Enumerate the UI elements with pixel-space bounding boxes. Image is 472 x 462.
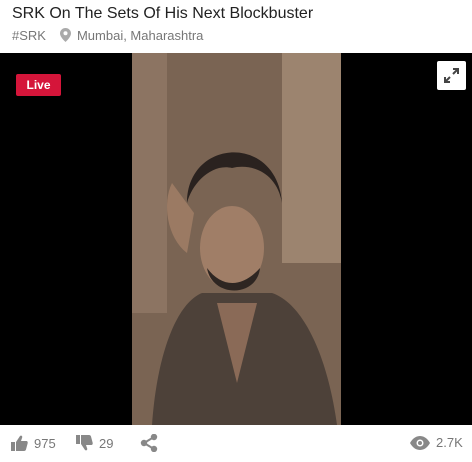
thumbs-down-icon: [76, 435, 93, 451]
post-title: SRK On The Sets Of His Next Blockbuster: [12, 5, 314, 22]
post-footer: 975 29 2.7K: [0, 425, 472, 462]
views-stat: 2.7K: [410, 435, 463, 450]
location-text: Mumbai, Maharashtra: [76, 27, 204, 43]
map-pin-icon: [59, 28, 71, 42]
expand-button[interactable]: [437, 61, 466, 90]
hashtag-link[interactable]: #SRK: [12, 28, 46, 43]
dislike-count: 29: [99, 435, 114, 451]
eye-icon: [410, 435, 430, 450]
like-count: 975: [34, 435, 56, 451]
post-meta: #SRK Mumbai, Maharashtra: [12, 26, 203, 44]
share-icon: [140, 433, 158, 453]
thumbs-up-icon: [11, 435, 28, 451]
live-badge: Live: [16, 74, 61, 96]
share-button[interactable]: [140, 433, 158, 457]
like-button[interactable]: 975: [11, 435, 56, 451]
video-player[interactable]: Live: [0, 53, 472, 425]
video-thumbnail: [132, 53, 341, 425]
expand-icon: [444, 68, 459, 83]
views-count: 2.7K: [436, 435, 463, 450]
dislike-button[interactable]: 29: [76, 435, 113, 451]
video-frame[interactable]: [132, 53, 341, 425]
